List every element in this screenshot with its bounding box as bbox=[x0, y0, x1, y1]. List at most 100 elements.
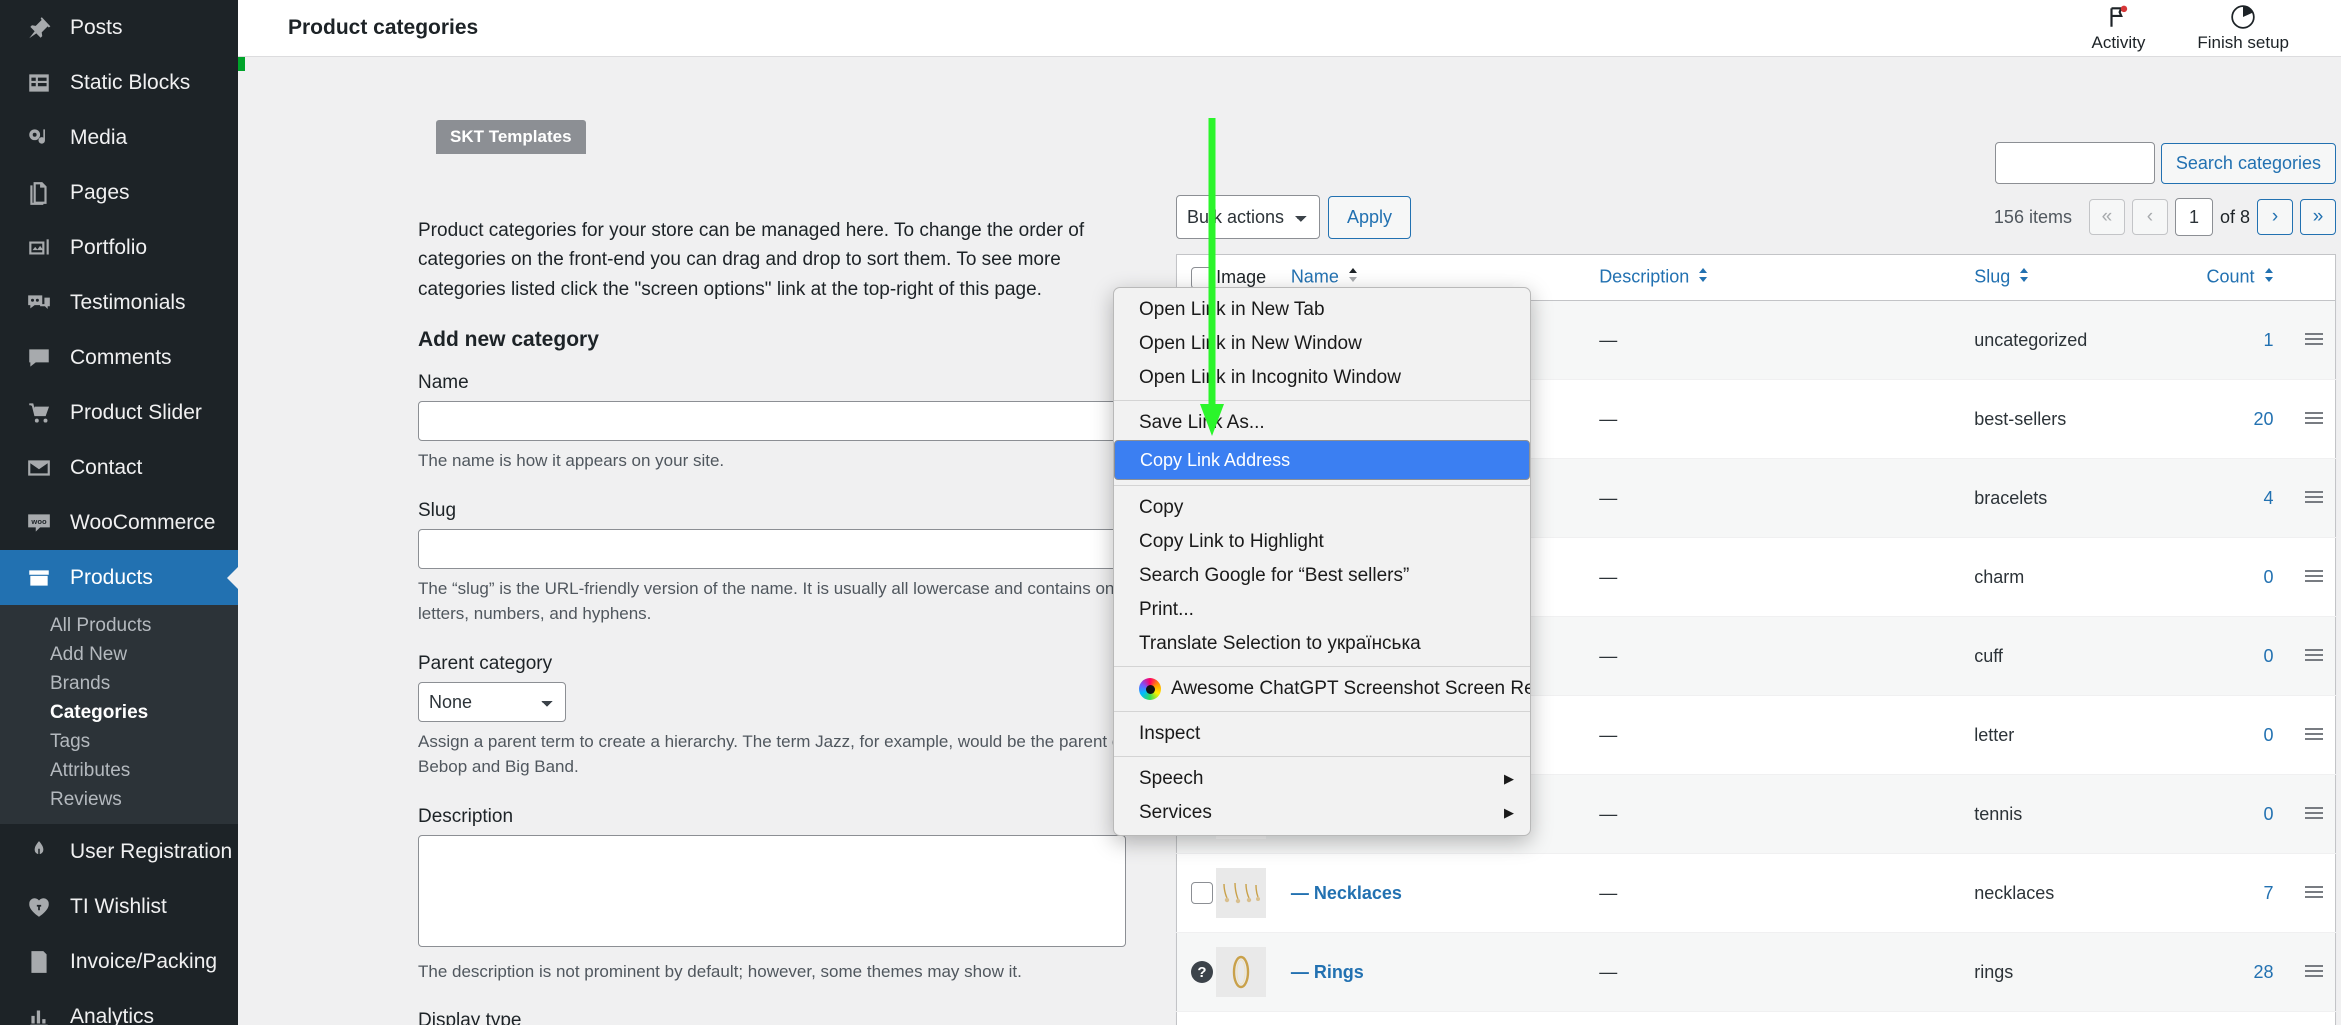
browser-context-menu[interactable]: Open Link in New Tab Open Link in New Win… bbox=[1113, 287, 1531, 836]
activity-button[interactable]: Activity bbox=[2065, 3, 2171, 53]
row-description-cell: — bbox=[1599, 300, 1975, 380]
count-link[interactable]: 28 bbox=[2253, 962, 2273, 982]
sidebar-subitem-categories[interactable]: Categories bbox=[0, 698, 238, 727]
bulk-actions-select[interactable]: Bulk actions bbox=[1176, 195, 1320, 239]
sidebar-subitem-tags[interactable]: Tags bbox=[0, 727, 238, 756]
sidebar-item-contact[interactable]: Contact bbox=[0, 440, 238, 495]
sidebar-item-pages[interactable]: Pages bbox=[0, 165, 238, 220]
row-description-cell: — bbox=[1599, 853, 1975, 933]
count-link[interactable]: 0 bbox=[2264, 804, 2274, 824]
current-page-input[interactable] bbox=[2174, 198, 2213, 236]
name-input[interactable] bbox=[418, 401, 1126, 442]
row-drag-handle[interactable] bbox=[2293, 616, 2336, 696]
row-drag-handle[interactable] bbox=[2293, 537, 2336, 617]
context-menu-item-open-link-in-new-tab[interactable]: Open Link in New Tab bbox=[1114, 293, 1530, 327]
page-title: Product categories bbox=[288, 16, 479, 39]
apply-button[interactable]: Apply bbox=[1328, 195, 1412, 239]
sidebar-item-comments[interactable]: Comments bbox=[0, 330, 238, 385]
row-drag-handle[interactable] bbox=[2293, 774, 2336, 854]
sidebar-item-analytics[interactable]: Analytics bbox=[0, 989, 238, 1025]
sidebar-item-testimonials[interactable]: Testimonials bbox=[0, 275, 238, 330]
mail-icon bbox=[22, 451, 56, 485]
count-link[interactable]: 1 bbox=[2264, 330, 2274, 350]
pin-icon bbox=[22, 11, 56, 45]
last-page-button[interactable]: » bbox=[2300, 199, 2336, 235]
sidebar-subitem-all-products[interactable]: All Products bbox=[0, 611, 238, 640]
row-select-cell: ? bbox=[1176, 932, 1217, 1012]
context-menu-item-translate-selection-to-[interactable]: Translate Selection to українська bbox=[1114, 627, 1530, 661]
sidebar-item-label: Products bbox=[70, 565, 153, 589]
display-type-label: Display type bbox=[418, 1010, 522, 1025]
prev-page-button[interactable]: ‹ bbox=[2131, 199, 2168, 235]
items-count: 156 items bbox=[1993, 206, 2072, 227]
column-count[interactable]: Count bbox=[2190, 254, 2294, 301]
search-row: Search categories bbox=[1176, 142, 2336, 184]
category-name-link[interactable]: — Rings bbox=[1291, 962, 1364, 982]
search-input[interactable] bbox=[1994, 142, 2155, 184]
context-menu-item-print-[interactable]: Print... bbox=[1114, 593, 1530, 627]
row-description-cell: — bbox=[1599, 458, 1975, 538]
testimonials-icon bbox=[22, 286, 56, 320]
sidebar-item-media[interactable]: Media bbox=[0, 110, 238, 165]
column-handle bbox=[2293, 254, 2336, 301]
sidebar-subitem-attributes[interactable]: Attributes bbox=[0, 756, 238, 785]
sidebar-subitem-brands[interactable]: Brands bbox=[0, 669, 238, 698]
sidebar-item-static-blocks[interactable]: Static Blocks bbox=[0, 55, 238, 110]
search-categories-button[interactable]: Search categories bbox=[2160, 142, 2336, 184]
count-link[interactable]: 7 bbox=[2264, 883, 2274, 903]
context-menu-item-open-link-in-incognito-window[interactable]: Open Link in Incognito Window bbox=[1114, 361, 1530, 395]
row-drag-handle[interactable] bbox=[2293, 695, 2336, 775]
count-link[interactable]: 0 bbox=[2264, 567, 2274, 587]
context-menu-divider bbox=[1114, 756, 1530, 757]
row-checkbox[interactable] bbox=[1191, 882, 1213, 905]
parent-category-select[interactable]: None bbox=[418, 681, 566, 722]
category-name-link[interactable]: — Necklaces bbox=[1291, 883, 1402, 903]
column-description[interactable]: Description bbox=[1599, 254, 1975, 301]
first-page-button[interactable]: « bbox=[2088, 199, 2125, 235]
sidebar-item-woocommerce[interactable]: woo WooCommerce bbox=[0, 495, 238, 550]
sidebar-item-user-registration[interactable]: User Registration bbox=[0, 824, 238, 879]
context-menu-item-speech[interactable]: Speech ▶ bbox=[1114, 762, 1530, 796]
row-description-cell: — bbox=[1599, 774, 1975, 854]
context-menu-item-copy[interactable]: Copy bbox=[1114, 491, 1530, 525]
pagination: 156 items « ‹ of 8 › » bbox=[1994, 198, 2336, 236]
description-label: Description bbox=[418, 805, 514, 827]
count-link[interactable]: 20 bbox=[2253, 409, 2273, 429]
context-menu-item-copy-link-to-highlight[interactable]: Copy Link to Highlight bbox=[1114, 525, 1530, 559]
row-drag-handle[interactable] bbox=[2293, 300, 2336, 380]
row-drag-handle[interactable] bbox=[2293, 379, 2336, 459]
count-link[interactable]: 4 bbox=[2264, 488, 2274, 508]
context-menu-item-awesome-chatgpt-screenshot-screen-record[interactable]: Awesome ChatGPT Screenshot Screen Record… bbox=[1114, 672, 1530, 706]
sidebar-subitem-add-new[interactable]: Add New bbox=[0, 640, 238, 669]
skt-templates-tab[interactable]: SKT Templates bbox=[436, 120, 586, 154]
sidebar-item-ti-wishlist[interactable]: TI Wishlist bbox=[0, 879, 238, 934]
sidebar-item-invoice-packing[interactable]: Invoice/Packing bbox=[0, 934, 238, 989]
sidebar-subitem-reviews[interactable]: Reviews bbox=[0, 785, 238, 814]
sidebar-item-products[interactable]: Products bbox=[0, 550, 238, 605]
context-menu-item-save-link-as-[interactable]: Save Link As... bbox=[1114, 406, 1530, 440]
description-textarea[interactable] bbox=[418, 834, 1126, 947]
context-menu-item-copy-link-address[interactable]: Copy Link Address bbox=[1114, 440, 1530, 480]
column-slug[interactable]: Slug bbox=[1974, 254, 2191, 301]
select-all-checkbox[interactable] bbox=[1191, 266, 1213, 289]
slug-input[interactable] bbox=[418, 528, 1126, 569]
context-menu-item-search-google-for-best-sellers-[interactable]: Search Google for “Best sellers” bbox=[1114, 559, 1530, 593]
context-menu-item-inspect[interactable]: Inspect bbox=[1114, 717, 1530, 751]
sidebar-item-posts[interactable]: Posts bbox=[0, 0, 238, 55]
sidebar-item-portfolio[interactable]: Portfolio bbox=[0, 220, 238, 275]
count-link[interactable]: 0 bbox=[2264, 725, 2274, 745]
context-menu-item-label: Copy bbox=[1139, 497, 1184, 518]
count-link[interactable]: 0 bbox=[2264, 646, 2274, 666]
row-drag-handle[interactable] bbox=[2293, 1011, 2336, 1025]
next-page-button[interactable]: › bbox=[2257, 199, 2293, 235]
sidebar-item-product-slider[interactable]: Product Slider bbox=[0, 385, 238, 440]
row-drag-handle[interactable] bbox=[2293, 853, 2336, 933]
context-menu-item-label: Translate Selection to українська bbox=[1139, 633, 1421, 654]
parent-category-label: Parent category bbox=[418, 652, 553, 674]
finish-setup-button[interactable]: Finish setup bbox=[2171, 3, 2315, 53]
context-menu-item-services[interactable]: Services ▶ bbox=[1114, 796, 1530, 830]
row-drag-handle[interactable] bbox=[2293, 932, 2336, 1012]
context-menu-item-open-link-in-new-window[interactable]: Open Link in New Window bbox=[1114, 327, 1530, 361]
help-icon[interactable]: ? bbox=[1191, 961, 1213, 983]
row-drag-handle[interactable] bbox=[2293, 458, 2336, 538]
